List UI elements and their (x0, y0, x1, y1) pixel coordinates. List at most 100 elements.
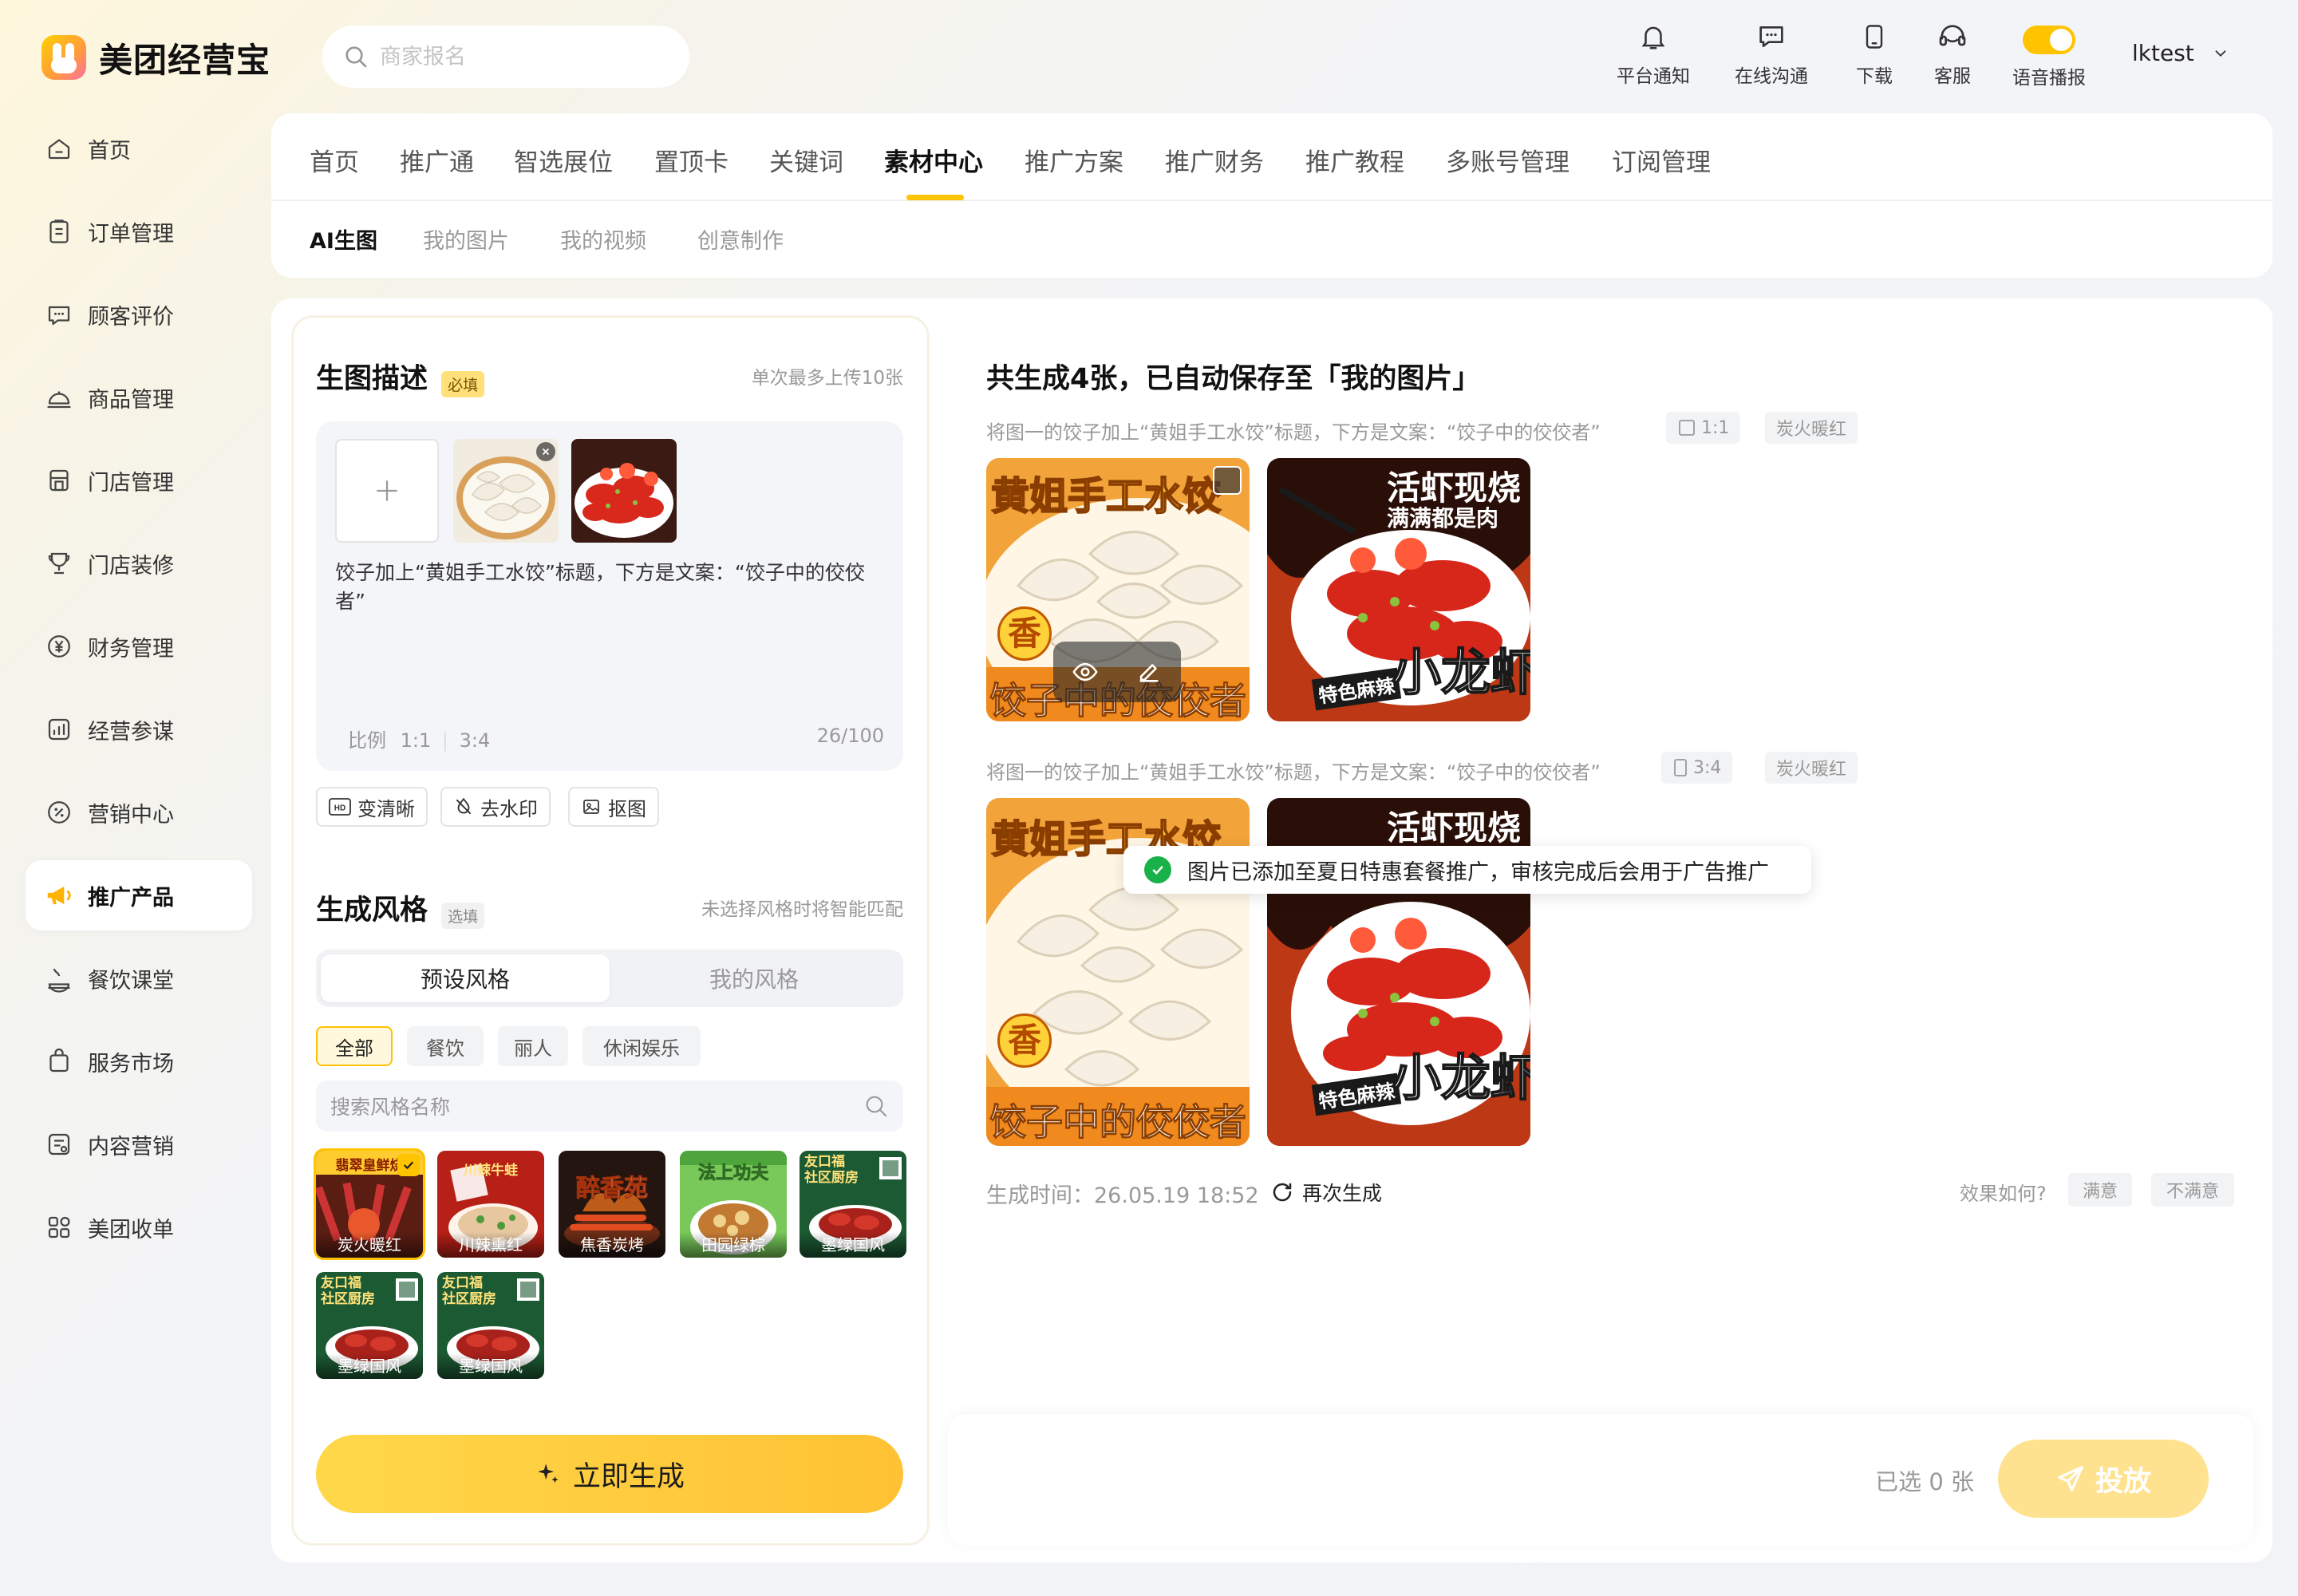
home-icon (43, 132, 75, 164)
online-chat-button[interactable]: 在线沟通 (1735, 21, 1808, 88)
select-checkbox[interactable] (1213, 466, 1242, 495)
ratio-option-3-4[interactable]: 3:4 (460, 729, 491, 752)
tool-label: 客服 (1934, 66, 1971, 87)
store-icon (43, 464, 75, 496)
style-card[interactable]: 川辣牛蛙 川辣熏红 (437, 1151, 544, 1258)
tab-tutorial[interactable]: 推广教程 (1305, 142, 1404, 178)
customer-service-button[interactable]: 客服 (1934, 21, 1971, 88)
tab-top-card[interactable]: 置顶卡 (654, 142, 728, 178)
headset-icon (1939, 25, 1966, 46)
regenerate-button[interactable]: 再次生成 (1270, 1178, 1382, 1207)
sidebar-item-label: 门店管理 (88, 470, 174, 496)
deploy-button[interactable]: 投放 (1998, 1440, 2209, 1518)
style-card[interactable]: 友口福 社区厨房 墨绿国风 (316, 1272, 423, 1379)
segment-my-styles[interactable]: 我的风格 (610, 954, 898, 1002)
sidebar-item-reviews[interactable]: 顾客评价 (26, 279, 252, 350)
subtab-ai-image[interactable]: AI生图 (310, 223, 377, 255)
tab-home[interactable]: 首页 (310, 142, 359, 178)
subtab-my-videos[interactable]: 我的视频 (560, 223, 646, 255)
style-chip: 炭火暖红 (1765, 752, 1858, 784)
upload-image-button[interactable] (335, 439, 439, 543)
desc-title: 生图描述 (316, 363, 428, 395)
chip-leisure[interactable]: 休闲娱乐 (582, 1026, 701, 1066)
tab-subscription[interactable]: 订阅管理 (1612, 142, 1711, 178)
tab-smart-booth[interactable]: 智选展位 (514, 142, 613, 178)
sidebar-item-orders[interactable]: 订单管理 (26, 196, 252, 267)
user-menu[interactable]: lktest (2132, 40, 2229, 66)
style-card[interactable]: 醉香苑 焦香炭烤 (559, 1151, 665, 1258)
success-check-icon (1144, 856, 1171, 883)
eye-icon[interactable] (1072, 658, 1099, 685)
ratio-option-1-1[interactable]: 1:1 (401, 729, 432, 752)
style-search-input[interactable]: 搜索风格名称 (330, 1092, 450, 1120)
prompt-text[interactable]: 饺子加上“黄姐手工水饺”标题，下方是文案：“饺子中的佼佼者” (335, 557, 886, 614)
prompt-box[interactable]: 饺子加上“黄姐手工水饺”标题，下方是文案：“饺子中的佼佼者” 比例 1:1 | … (316, 421, 903, 771)
chip-beauty[interactable]: 丽人 (498, 1026, 568, 1066)
sidebar-item-label: 营销中心 (88, 802, 174, 828)
generated-image-dumpling[interactable]: 黄姐手工水饺 香 饺子中的佼佼者 (986, 458, 1250, 721)
sidebar-item-label: 服务市场 (88, 1051, 174, 1077)
content-icon (43, 1128, 75, 1160)
subtab-my-images[interactable]: 我的图片 (423, 223, 509, 255)
tab-tuiguangtong[interactable]: 推广通 (400, 142, 474, 178)
tab-promotion-plan[interactable]: 推广方案 (1025, 142, 1123, 178)
tab-material-center[interactable]: 素材中心 (884, 142, 983, 178)
satisfied-button[interactable]: 满意 (2068, 1173, 2132, 1207)
sidebar-item-store[interactable]: 门店管理 (26, 445, 252, 516)
tab-promotion-finance[interactable]: 推广财务 (1165, 142, 1264, 178)
tab-multi-account[interactable]: 多账号管理 (1446, 142, 1570, 178)
sidebar-item-market[interactable]: 服务市场 (26, 1026, 252, 1096)
sidebar-item-acquiring[interactable]: 美团收单 (26, 1192, 252, 1262)
poster-slogan: 饺子中的佼佼者 (989, 1100, 1247, 1144)
sidebar-item-label: 经营参谋 (88, 719, 174, 745)
notification-button[interactable]: 平台通知 (1617, 21, 1690, 88)
subtab-creative[interactable]: 创意制作 (697, 223, 784, 255)
style-source-segmented: 预设风格 我的风格 (316, 950, 903, 1007)
search-box[interactable] (322, 26, 689, 88)
style-card[interactable]: 友口福 社区厨房 墨绿国风 (437, 1272, 544, 1379)
voice-broadcast-control[interactable]: 语音播报 (2012, 21, 2086, 89)
style-card[interactable]: 翡翠皇鲜烧 炭火暖红 (316, 1151, 423, 1258)
sidebar-item-finance[interactable]: 财务管理 (26, 611, 252, 681)
sidebar-item-marketing[interactable]: 营销中心 (26, 777, 252, 847)
remove-watermark-button[interactable]: 去水印 (440, 787, 551, 827)
style-card[interactable]: 法上功夫 田园绿棕 (680, 1151, 787, 1258)
remove-image-button[interactable] (536, 442, 555, 461)
grid-icon (43, 1211, 75, 1243)
style-search[interactable]: 搜索风格名称 (316, 1080, 903, 1132)
style-label: 墨绿国风 (437, 1353, 544, 1379)
style-banner: 友口福 社区厨房 (442, 1275, 496, 1307)
sidebar-item-content[interactable]: 内容营销 (26, 1109, 252, 1179)
megaphone-icon (43, 879, 75, 911)
unsatisfied-button[interactable]: 不满意 (2151, 1173, 2234, 1207)
generated-image-crayfish[interactable]: 活虾现烧 满满都是肉 鲜!! 特色麻辣 小龙虾 (1267, 458, 1530, 721)
uploaded-image-crayfish[interactable] (571, 439, 677, 543)
style-card[interactable]: 友口福 社区厨房 墨绿国风 (800, 1151, 906, 1258)
action-footer: 已选 0 张 投放 (948, 1414, 2253, 1545)
ratio-value: 3:4 (1693, 757, 1722, 778)
sidebar-item-home[interactable]: 首页 (26, 113, 252, 184)
edit-icon[interactable] (1135, 658, 1163, 685)
segment-preset-styles[interactable]: 预设风格 (321, 954, 610, 1002)
chip-all[interactable]: 全部 (316, 1026, 393, 1066)
sidebar-item-class[interactable]: 餐饮课堂 (26, 943, 252, 1013)
optional-tag: 选填 (441, 903, 485, 929)
uploaded-image-dumplings[interactable] (453, 439, 559, 543)
sidebar-item-promotion[interactable]: 推广产品 (26, 860, 252, 930)
sidebar-item-products[interactable]: 商品管理 (26, 362, 252, 433)
ratio-value: 1:1 (1701, 417, 1730, 438)
sidebar-item-label: 财务管理 (88, 636, 174, 662)
cutout-button[interactable]: 抠图 (568, 787, 659, 827)
download-button[interactable]: 下载 (1856, 21, 1893, 88)
enhance-button[interactable]: HD 变清晰 (316, 787, 428, 827)
tab-keywords[interactable]: 关键词 (769, 142, 843, 178)
app-logo[interactable]: 美团经营宝 (41, 35, 270, 80)
search-input[interactable] (380, 44, 651, 69)
generate-now-button[interactable]: 立即生成 (316, 1435, 903, 1513)
chip-catering[interactable]: 餐饮 (407, 1026, 484, 1066)
sidebar-item-label: 美团收单 (88, 1217, 174, 1242)
sidebar-item-analytics[interactable]: 经营参谋 (26, 694, 252, 764)
voice-broadcast-toggle[interactable] (2023, 26, 2075, 54)
style-banner: 友口福 社区厨房 (321, 1275, 375, 1307)
sidebar-item-decoration[interactable]: 门店装修 (26, 528, 252, 598)
